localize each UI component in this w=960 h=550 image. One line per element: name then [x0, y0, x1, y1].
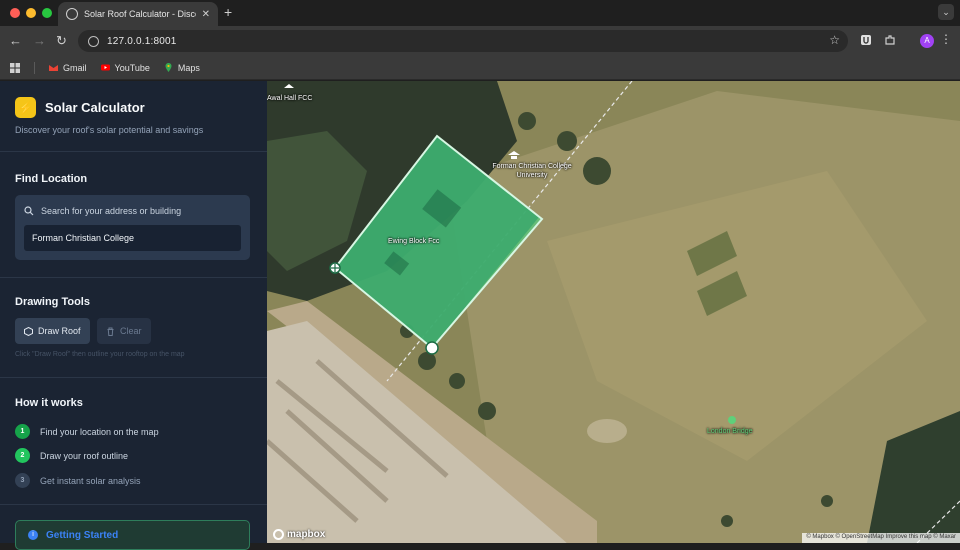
extension-u-icon[interactable]: [860, 34, 872, 46]
step-label: Get instant solar analysis: [40, 475, 141, 486]
step-label: Draw your roof outline: [40, 450, 129, 461]
step-number: 3: [15, 473, 30, 488]
how-it-works-heading: How it works: [15, 397, 83, 409]
clear-label: Clear: [120, 326, 142, 336]
bookmark-label: Gmail: [63, 62, 87, 73]
extensions-puzzle-icon[interactable]: [884, 34, 896, 46]
clear-button[interactable]: Clear: [97, 318, 151, 344]
map-imagery: [267, 81, 960, 543]
getting-started-label: Getting Started: [46, 529, 119, 541]
search-label: Search for your address or building: [41, 206, 182, 216]
window-controls: [10, 8, 52, 18]
step-item: 1 Find your location on the map: [15, 424, 159, 439]
back-arrow-icon[interactable]: ←: [9, 33, 22, 49]
mapbox-icon: [273, 529, 284, 540]
find-location-heading: Find Location: [15, 173, 88, 185]
tab-title: Solar Roof Calculator - Disco: [84, 9, 196, 19]
bookmark-youtube[interactable]: YouTube: [100, 62, 150, 73]
trash-icon: [107, 327, 114, 336]
bookmarks-bar: Gmail YouTube Maps: [0, 56, 960, 80]
map-label-block: Ewing Block Fcc: [388, 238, 440, 245]
step-label: Find your location on the map: [40, 426, 159, 437]
bookmark-label: YouTube: [114, 62, 150, 73]
app-subtitle: Discover your roof's solar potential and…: [15, 125, 204, 135]
youtube-icon: [100, 64, 110, 71]
landmark-pin-icon: [728, 416, 736, 424]
forward-arrow-icon[interactable]: →: [33, 33, 46, 49]
getting-started-panel[interactable]: i Getting Started: [15, 520, 250, 550]
step-number: 2: [15, 448, 30, 463]
sand-patch: [587, 419, 627, 443]
active-tab[interactable]: Solar Roof Calculator - Disco ✕: [58, 2, 218, 26]
minimize-window-button[interactable]: [26, 8, 36, 18]
browser-menu-icon[interactable]: ⋮: [940, 32, 952, 46]
draw-roof-label: Draw Roof: [38, 326, 81, 336]
sidebar: ⚡ Solar Calculator Discover your roof's …: [0, 81, 267, 550]
site-info-icon[interactable]: [88, 35, 99, 47]
info-icon: i: [28, 530, 38, 540]
bookmark-maps[interactable]: Maps: [164, 63, 200, 73]
cube-icon: [24, 326, 33, 336]
brand: ⚡ Solar Calculator: [15, 97, 145, 118]
drawing-tools-heading: Drawing Tools: [15, 296, 90, 308]
step-number: 1: [15, 424, 30, 439]
divider: [0, 377, 267, 378]
url-text: 127.0.0.1:8001: [107, 35, 177, 47]
gmail-icon: [49, 65, 58, 71]
apps-grid-icon[interactable]: [10, 62, 20, 73]
globe-icon: [66, 8, 78, 20]
step-item: 3 Get instant solar analysis: [15, 473, 141, 488]
search-input[interactable]: [24, 225, 241, 251]
satellite-map[interactable]: Awal Hall FCC Forman Christian College U…: [267, 81, 960, 543]
profile-avatar[interactable]: A: [920, 34, 934, 48]
mapbox-logo[interactable]: mapbox: [273, 529, 325, 540]
map-label-hall: Awal Hall FCC: [267, 95, 313, 102]
polygon-vertex-handle[interactable]: [425, 341, 439, 355]
divider: [0, 277, 267, 278]
divider: [0, 151, 267, 152]
lightning-bolt-icon: ⚡: [15, 97, 36, 118]
browser-tab-bar: Solar Roof Calculator - Disco ✕ + ⌄: [0, 0, 960, 26]
bookmark-label: Maps: [177, 62, 200, 73]
maps-icon: [165, 63, 172, 72]
bookmark-star-icon[interactable]: ☆: [829, 33, 840, 47]
search-icon: [24, 206, 34, 216]
search-label-row: Search for your address or building: [24, 206, 181, 216]
drawing-hint: Click "Draw Roof" then outline your roof…: [15, 351, 185, 358]
reload-icon[interactable]: ↻: [56, 33, 67, 49]
new-tab-button[interactable]: +: [224, 4, 232, 20]
close-window-button[interactable]: [10, 8, 20, 18]
mapbox-wordmark: mapbox: [287, 529, 326, 540]
address-bar[interactable]: 127.0.0.1:8001 ☆: [78, 30, 848, 52]
tab-search-chevron-icon[interactable]: ⌄: [938, 4, 954, 20]
map-label-university: Forman Christian College University: [492, 163, 572, 179]
divider: [0, 504, 267, 505]
map-label-bridge: London Bridge: [707, 428, 753, 435]
step-item: 2 Draw your roof outline: [15, 448, 128, 463]
draw-roof-button[interactable]: Draw Roof: [15, 318, 90, 344]
browser-toolbar: ← → ↻ 127.0.0.1:8001 ☆ A ⋮: [0, 26, 960, 56]
app-title: Solar Calculator: [45, 100, 145, 115]
maximize-window-button[interactable]: [42, 8, 52, 18]
close-tab-icon[interactable]: ✕: [202, 9, 210, 20]
map-attribution[interactable]: © Mapbox © OpenStreetMap Improve this ma…: [802, 533, 960, 543]
bookmark-gmail[interactable]: Gmail: [49, 63, 87, 73]
search-card: Search for your address or building: [15, 195, 250, 260]
